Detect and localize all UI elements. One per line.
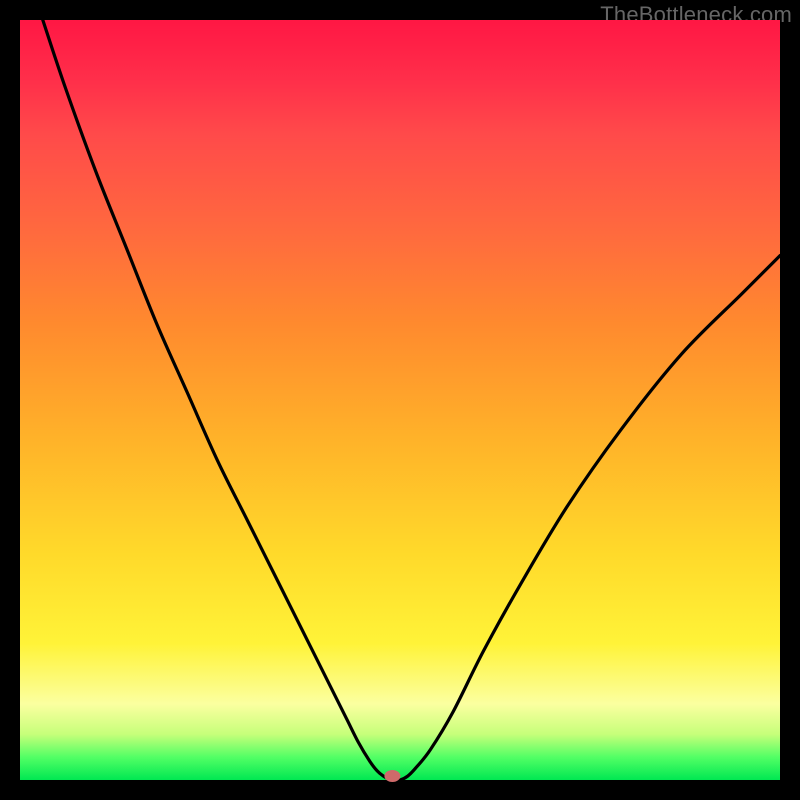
optimum-point-marker	[384, 770, 400, 782]
bottleneck-curve	[43, 20, 780, 780]
plot-area	[20, 20, 780, 780]
chart-frame: TheBottleneck.com	[0, 0, 800, 800]
bottleneck-curve-svg	[20, 20, 780, 780]
